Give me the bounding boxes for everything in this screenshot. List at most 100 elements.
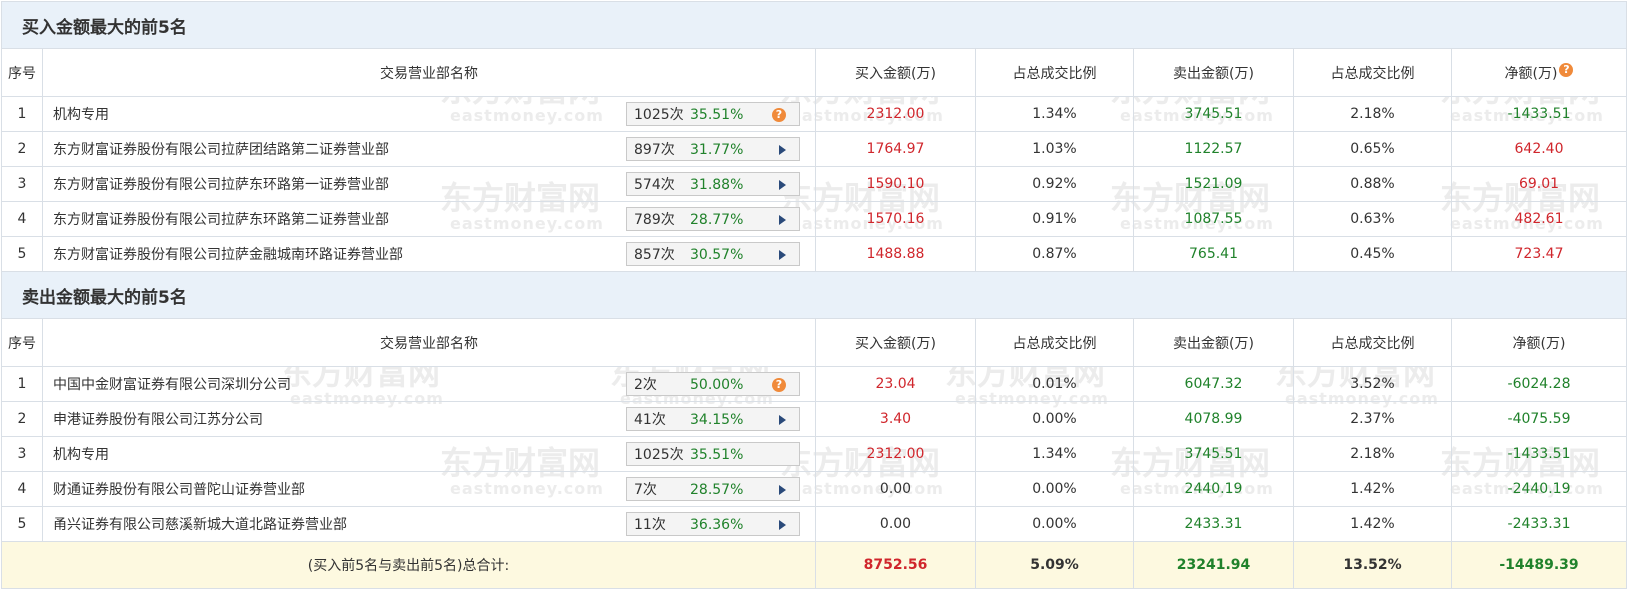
broker-name-link[interactable]: 申港证券股份有限公司江苏分公司 xyxy=(53,409,263,429)
header-sell: 卖出金额(万) xyxy=(1133,318,1294,367)
arrow-right-icon[interactable] xyxy=(779,520,786,530)
question-icon[interactable]: ? xyxy=(772,108,786,122)
broker-stats-box[interactable]: 11次 36.36% xyxy=(626,512,800,536)
broker-name-link[interactable]: 东方财富证券股份有限公司拉萨团结路第二证券营业部 xyxy=(53,139,389,159)
broker-name-link[interactable]: 甬兴证券有限公司慈溪新城大道北路证券营业部 xyxy=(53,514,347,534)
header-name: 交易营业部名称 xyxy=(42,318,816,367)
arrow-right-icon[interactable] xyxy=(779,215,786,225)
sell-amount-cell: 2433.31 xyxy=(1133,506,1294,542)
net-amount-cell: -6024.28 xyxy=(1450,366,1627,402)
header-rank: 序号 xyxy=(1,48,43,97)
header-label: 序号 xyxy=(8,65,36,82)
net-amount-cell: -4075.59 xyxy=(1450,401,1627,437)
buy-amount-cell: 1590.10 xyxy=(815,166,976,202)
rank-cell: 4 xyxy=(1,471,43,507)
dragon-tiger-table: 买入金额最大的前5名 序号 交易营业部名称 买入金额(万) 占总成交比例 卖出金额(万) 占… xyxy=(0,1,1627,589)
broker-name-link[interactable]: 中国中金财富证券有限公司深圳分公司 xyxy=(53,374,291,394)
arrow-right-icon[interactable] xyxy=(779,415,786,425)
broker-name-cell: 财通证券股份有限公司普陀山证券营业部 7次 28.57% xyxy=(42,471,816,507)
win-rate: 35.51% xyxy=(690,447,744,463)
header-buy-ratio: 占总成交比例 xyxy=(975,48,1134,97)
arrow-right-icon[interactable] xyxy=(779,145,786,155)
broker-name-link[interactable]: 东方财富证券股份有限公司拉萨东环路第二证券营业部 xyxy=(53,209,389,229)
buy-section-title-row: 买入金额最大的前5名 xyxy=(0,1,1627,49)
table-row: 1 中国中金财富证券有限公司深圳分公司 2次 50.00%? 23.04 0.01% 604… xyxy=(1,366,1627,402)
rank-cell: 5 xyxy=(1,236,43,272)
buy-amount-cell: 0.00 xyxy=(815,506,976,542)
trade-count: 11次 xyxy=(634,517,666,533)
win-rate: 36.36% xyxy=(690,517,744,533)
question-icon[interactable]: ? xyxy=(1559,62,1574,77)
header-sell: 卖出金额(万) xyxy=(1133,48,1294,97)
rank-cell: 1 xyxy=(1,96,43,132)
header-buy: 买入金额(万) xyxy=(815,48,976,97)
header-label: 占总成交比例 xyxy=(1012,335,1097,352)
broker-name-link[interactable]: 东方财富证券股份有限公司拉萨金融城南环路证券营业部 xyxy=(53,244,403,264)
header-label: 卖出金额(万) xyxy=(1173,335,1254,352)
broker-name-cell: 中国中金财富证券有限公司深圳分公司 2次 50.00%? xyxy=(42,366,816,402)
broker-name-cell: 东方财富证券股份有限公司拉萨团结路第二证券营业部 897次 31.77% xyxy=(42,131,816,167)
arrow-right-icon[interactable] xyxy=(779,485,786,495)
buy-ratio-cell: 0.87% xyxy=(975,236,1134,272)
net-amount-cell: -2433.31 xyxy=(1450,506,1627,542)
broker-stats-box[interactable]: 2次 50.00%? xyxy=(626,372,800,396)
win-rate: 28.57% xyxy=(690,482,744,498)
trade-count: 1025次 xyxy=(634,447,684,463)
sell-ratio-cell: 1.42% xyxy=(1293,471,1452,507)
broker-name-link[interactable]: 机构专用 xyxy=(53,444,109,464)
net-amount-cell: 482.61 xyxy=(1450,201,1627,237)
net-amount-cell: -1433.51 xyxy=(1450,96,1627,132)
broker-name-link[interactable]: 机构专用 xyxy=(53,104,109,124)
header-sell-ratio: 占总成交比例 xyxy=(1293,318,1452,367)
question-icon[interactable]: ? xyxy=(772,378,786,392)
broker-name-link[interactable]: 东方财富证券股份有限公司拉萨东环路第一证券营业部 xyxy=(53,174,389,194)
broker-stats-box[interactable]: 1025次 35.51% xyxy=(626,442,800,466)
buy-amount-cell: 3.40 xyxy=(815,401,976,437)
table-row: 2 申港证券股份有限公司江苏分公司 41次 34.15% 3.40 0.00% 4078.9… xyxy=(1,401,1627,437)
broker-name-link[interactable]: 财通证券股份有限公司普陀山证券营业部 xyxy=(53,479,305,499)
sell-amount-cell: 3745.51 xyxy=(1133,96,1294,132)
sell-amount-cell: 1122.57 xyxy=(1133,131,1294,167)
broker-stats-box[interactable]: 41次 34.15% xyxy=(626,407,800,431)
sell-amount-cell: 1521.09 xyxy=(1133,166,1294,202)
total-label: (买入前5名与卖出前5名)总合计: xyxy=(1,541,816,589)
header-buy: 买入金额(万) xyxy=(815,318,976,367)
table-row: 4 东方财富证券股份有限公司拉萨东环路第二证券营业部 789次 28.77% 1570.… xyxy=(1,201,1627,237)
table-header-row: 序号 交易营业部名称 买入金额(万) 占总成交比例 卖出金额(万) 占总成交比例 净额(万) xyxy=(1,318,1627,367)
buy-amount-cell: 1570.16 xyxy=(815,201,976,237)
broker-stats-box[interactable]: 574次 31.88% xyxy=(626,172,800,196)
arrow-right-icon[interactable] xyxy=(779,180,786,190)
sell-ratio-cell: 0.45% xyxy=(1293,236,1452,272)
broker-stats-box[interactable]: 7次 28.57% xyxy=(626,477,800,501)
broker-stats-box[interactable]: 857次 30.57% xyxy=(626,242,800,266)
broker-stats-box[interactable]: 897次 31.77% xyxy=(626,137,800,161)
broker-stats-box[interactable]: 1025次 35.51%? xyxy=(626,102,800,126)
header-label: 交易营业部名称 xyxy=(380,65,478,82)
buy-ratio-cell: 0.00% xyxy=(975,506,1134,542)
broker-stats-box[interactable]: 789次 28.77% xyxy=(626,207,800,231)
sell-amount-cell: 4078.99 xyxy=(1133,401,1294,437)
sell-amount-cell: 1087.55 xyxy=(1133,201,1294,237)
total-buy-ratio: 5.09% xyxy=(975,541,1134,589)
table-row: 1 机构专用 1025次 35.51%? 2312.00 1.34% 3745.51 2.18… xyxy=(1,96,1627,132)
broker-name-cell: 甬兴证券有限公司慈溪新城大道北路证券营业部 11次 36.36% xyxy=(42,506,816,542)
sell-amount-cell: 3745.51 xyxy=(1133,436,1294,472)
rank-cell: 3 xyxy=(1,166,43,202)
table-row: 5 甬兴证券有限公司慈溪新城大道北路证券营业部 11次 36.36% 0.00 0.00%… xyxy=(1,506,1627,542)
trade-count: 41次 xyxy=(634,412,666,428)
win-rate: 31.88% xyxy=(690,177,744,193)
sell-ratio-cell: 0.88% xyxy=(1293,166,1452,202)
trade-count: 857次 xyxy=(634,247,675,263)
sell-amount-cell: 2440.19 xyxy=(1133,471,1294,507)
trade-count: 2次 xyxy=(634,377,657,393)
trade-count: 7次 xyxy=(634,482,657,498)
sell-ratio-cell: 2.18% xyxy=(1293,96,1452,132)
arrow-right-icon[interactable] xyxy=(779,250,786,260)
buy-ratio-cell: 0.92% xyxy=(975,166,1134,202)
header-label: 买入金额(万) xyxy=(855,335,936,352)
buy-amount-cell: 0.00 xyxy=(815,471,976,507)
section-title: 卖出金额最大的前5名 xyxy=(0,271,1627,319)
trade-count: 789次 xyxy=(634,212,675,228)
buy-amount-cell: 1764.97 xyxy=(815,131,976,167)
header-label: 买入金额(万) xyxy=(855,65,936,82)
